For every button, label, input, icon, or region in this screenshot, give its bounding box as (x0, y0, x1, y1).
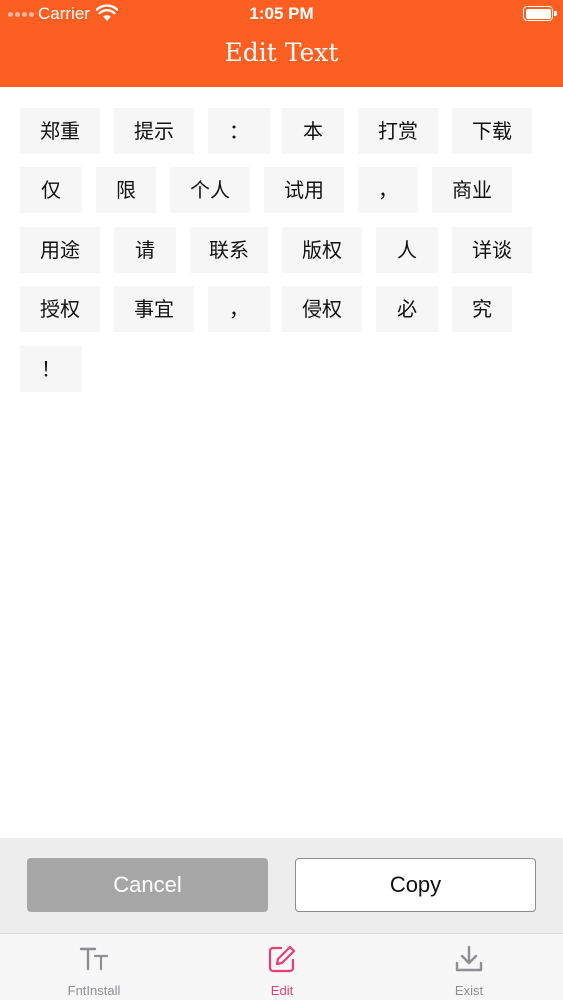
tab-bar: FntInstall Edit Exist (0, 933, 563, 1000)
word-chip[interactable]: 侵权 (282, 286, 362, 332)
word-chip[interactable]: ， (358, 167, 418, 213)
word-chip[interactable]: ， (208, 286, 270, 332)
word-chip[interactable]: 限 (96, 167, 156, 213)
clock: 1:05 PM (249, 4, 314, 23)
word-chip[interactable]: 下载 (452, 108, 532, 154)
word-chip[interactable]: 郑重 (20, 108, 100, 154)
word-chip[interactable]: 请 (114, 227, 176, 273)
tab-exist[interactable]: Exist (375, 934, 563, 1000)
nav-header: Carrier 1:05 PM Edit Text (0, 0, 563, 87)
word-chip[interactable]: 究 (452, 286, 512, 332)
tab-label: FntInstall (67, 983, 121, 998)
font-size-icon (79, 947, 109, 971)
word-chip[interactable]: 授权 (20, 286, 100, 332)
tab-label: Edit (270, 983, 294, 998)
word-chip[interactable]: 必 (376, 286, 438, 332)
cancel-button[interactable]: Cancel (27, 858, 268, 912)
word-chip[interactable]: 提示 (114, 108, 194, 154)
word-chip[interactable]: 仅 (20, 167, 82, 213)
word-chip[interactable]: 人 (376, 227, 438, 273)
download-icon (455, 945, 483, 972)
word-chip[interactable]: 商业 (432, 167, 512, 213)
tab-edit[interactable]: Edit (188, 934, 376, 1000)
word-chip[interactable]: 版权 (282, 227, 362, 273)
page-title: Edit Text (224, 38, 339, 67)
word-chip[interactable]: 详谈 (452, 227, 532, 273)
tab-label: Exist (454, 983, 484, 998)
word-chip[interactable]: 试用 (264, 167, 344, 213)
word-chip[interactable]: 打赏 (358, 108, 438, 154)
word-chip[interactable]: 用途 (20, 227, 100, 273)
word-chip[interactable]: 本 (282, 108, 344, 154)
action-panel: Cancel Copy (0, 838, 563, 933)
word-chip[interactable]: 个人 (170, 167, 250, 213)
battery-icon (523, 6, 557, 21)
word-chip[interactable]: ！ (20, 346, 82, 392)
tab-fntinstall[interactable]: FntInstall (0, 934, 188, 1000)
word-chip[interactable]: ： (208, 108, 270, 154)
copy-button[interactable]: Copy (295, 858, 536, 912)
edit-icon (268, 945, 296, 973)
status-bar: Carrier 1:05 PM (0, 0, 563, 28)
word-chip[interactable]: 联系 (190, 227, 268, 273)
word-chip[interactable]: 事宜 (114, 286, 194, 332)
